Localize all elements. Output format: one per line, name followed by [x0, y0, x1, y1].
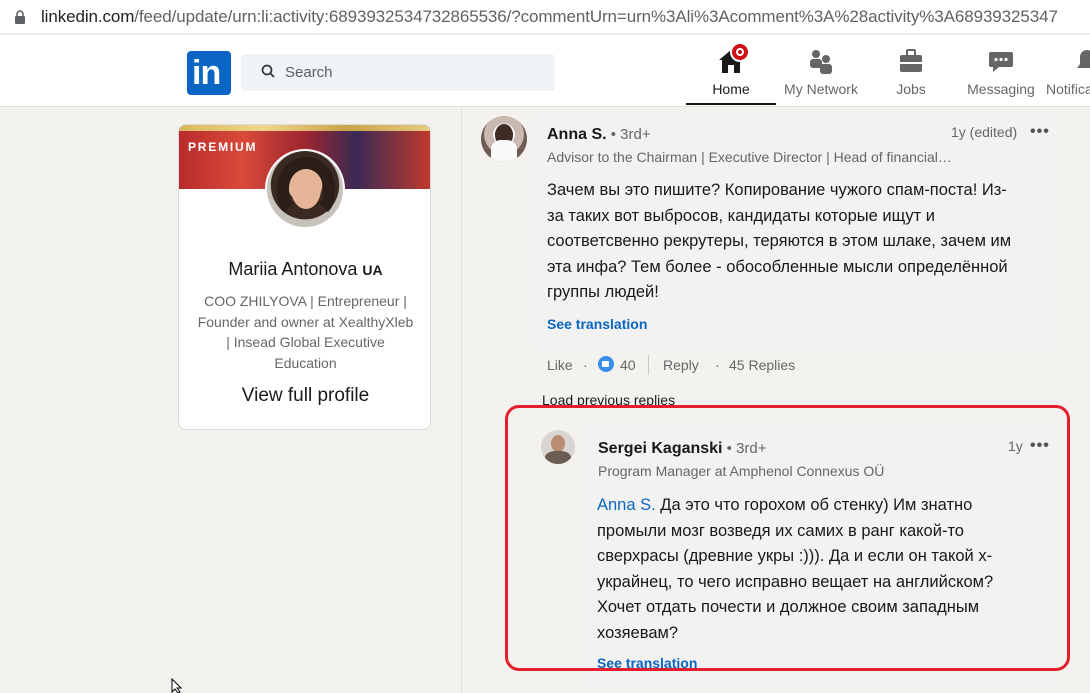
nav-my-network[interactable]: My Network	[776, 47, 866, 105]
comment-author-title: Advisor to the Chairman | Executive Dire…	[547, 149, 952, 165]
nav-home[interactable]: Home	[686, 42, 776, 105]
nav-jobs-label: Jobs	[896, 81, 926, 97]
nav-notifications[interactable]: Notifications	[1046, 47, 1090, 105]
mouse-cursor-icon	[171, 678, 183, 693]
nav-my-network-label: My Network	[784, 81, 858, 97]
url-text[interactable]: linkedin.com/feed/update/urn:li:activity…	[41, 7, 1058, 27]
top-nav: in Search Home My Network Jobs Messaging…	[0, 35, 1090, 107]
comment-timestamp: 1y (edited)	[951, 124, 1018, 140]
nav-messaging-label: Messaging	[967, 81, 1035, 97]
comment-author-avatar[interactable]	[481, 116, 527, 162]
linkedin-logo[interactable]: in	[187, 51, 231, 95]
bell-icon	[1072, 47, 1090, 77]
like-button[interactable]: Like	[547, 357, 573, 373]
view-full-profile-link[interactable]: View full profile	[179, 385, 430, 407]
premium-label: PREMIUM	[188, 140, 258, 154]
profile-name[interactable]: Mariia Antonova UA	[179, 259, 430, 280]
search-icon	[261, 64, 275, 78]
nav-jobs[interactable]: Jobs	[866, 47, 956, 105]
reply-button[interactable]: Reply	[663, 357, 699, 373]
country-label: UA	[362, 262, 383, 278]
nav-messaging[interactable]: Messaging	[956, 47, 1046, 105]
lock-icon	[15, 10, 25, 24]
browser-address-bar[interactable]: linkedin.com/feed/update/urn:li:activity…	[0, 0, 1090, 34]
like-count[interactable]: 40	[620, 357, 636, 373]
network-icon	[806, 47, 836, 77]
nav-home-label: Home	[712, 81, 750, 97]
profile-card: PREMIUM Mariia Antonova UA COO ZHILYOVA …	[178, 124, 431, 430]
notification-badge	[730, 42, 750, 62]
briefcase-icon	[896, 47, 926, 77]
comment-text: Зачем вы это пишите? Копирование чужого …	[547, 181, 1012, 301]
profile-headline: COO ZHILYOVA | Entrepreneur | Founder an…	[197, 293, 414, 371]
search-input[interactable]: Search	[241, 54, 555, 91]
highlight-annotation-box	[505, 405, 1070, 671]
messaging-icon	[986, 47, 1016, 77]
see-translation-link[interactable]: See translation	[547, 316, 647, 332]
nav-notifications-label: Notifications	[1046, 81, 1090, 97]
more-options-icon[interactable]: •••	[1030, 123, 1050, 141]
search-placeholder: Search	[285, 64, 333, 81]
home-icon	[716, 42, 750, 77]
replies-count[interactable]: 45 Replies	[729, 357, 795, 373]
avatar[interactable]	[265, 149, 345, 229]
feed-divider	[461, 108, 462, 693]
comment-bubble: Anna S. • 3rd+ Advisor to the Chairman |…	[532, 114, 1059, 350]
comment-author-name[interactable]: Anna S. • 3rd+	[547, 126, 651, 144]
like-reaction-icon	[598, 356, 614, 372]
